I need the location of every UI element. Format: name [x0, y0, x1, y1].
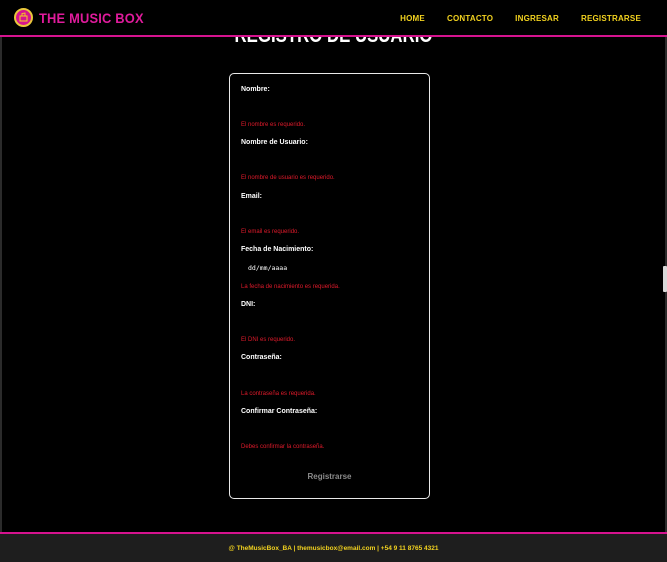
- dni-label: DNI:: [241, 301, 256, 308]
- main-nav: HOME CONTACTO INGRESAR REGISTRARSE: [400, 0, 641, 37]
- footer: @ TheMusicBox_BA | themusicbox@email.com…: [0, 532, 667, 562]
- confirm-password-input[interactable]: [241, 420, 419, 434]
- nav-contacto[interactable]: CONTACTO: [447, 14, 493, 23]
- nav-registrarse[interactable]: REGISTRARSE: [581, 14, 641, 23]
- music-box-icon: [14, 8, 33, 27]
- email-label: Email:: [241, 193, 263, 200]
- nav-home[interactable]: HOME: [400, 14, 425, 23]
- dni-input[interactable]: [241, 313, 419, 327]
- password-error: La contraseña es requerida.: [241, 391, 316, 397]
- brand-name: THE MUSIC BOX: [39, 9, 144, 26]
- email-error: El email es requerido.: [241, 229, 300, 235]
- username-error: El nombre de usuario es requerido.: [241, 175, 335, 181]
- username-input[interactable]: [241, 151, 419, 165]
- confirm-password-label: Confirmar Contraseña:: [241, 408, 318, 415]
- footer-contact: @ TheMusicBox_BA | themusicbox@email.com…: [228, 544, 439, 552]
- register-button[interactable]: Registrarse: [230, 472, 429, 481]
- header: THE MUSIC BOX HOME CONTACTO INGRESAR REG…: [0, 0, 667, 37]
- confirm-password-error: Debes confirmar la contraseña.: [241, 444, 325, 450]
- birthdate-error: La fecha de nacimiento es requerida.: [241, 284, 340, 290]
- username-label: Nombre de Usuario:: [241, 139, 308, 146]
- dni-error: El DNI es requerido.: [241, 337, 296, 343]
- email-input[interactable]: [241, 205, 419, 219]
- nombre-input[interactable]: [241, 98, 419, 112]
- birthdate-label: Fecha de Nacimiento:: [241, 246, 314, 253]
- scrollbar-thumb[interactable]: [663, 266, 667, 292]
- nombre-error: El nombre es requerido.: [241, 122, 306, 128]
- logo[interactable]: THE MUSIC BOX: [14, 8, 153, 27]
- nombre-label: Nombre:: [241, 86, 270, 93]
- birthdate-input[interactable]: dd/mm/aaaa: [241, 261, 419, 275]
- registration-form: Nombre: El nombre es requerido. Nombre d…: [229, 73, 430, 499]
- password-label: Contraseña:: [241, 354, 282, 361]
- password-input[interactable]: [241, 366, 419, 380]
- nav-ingresar[interactable]: INGRESAR: [515, 14, 559, 23]
